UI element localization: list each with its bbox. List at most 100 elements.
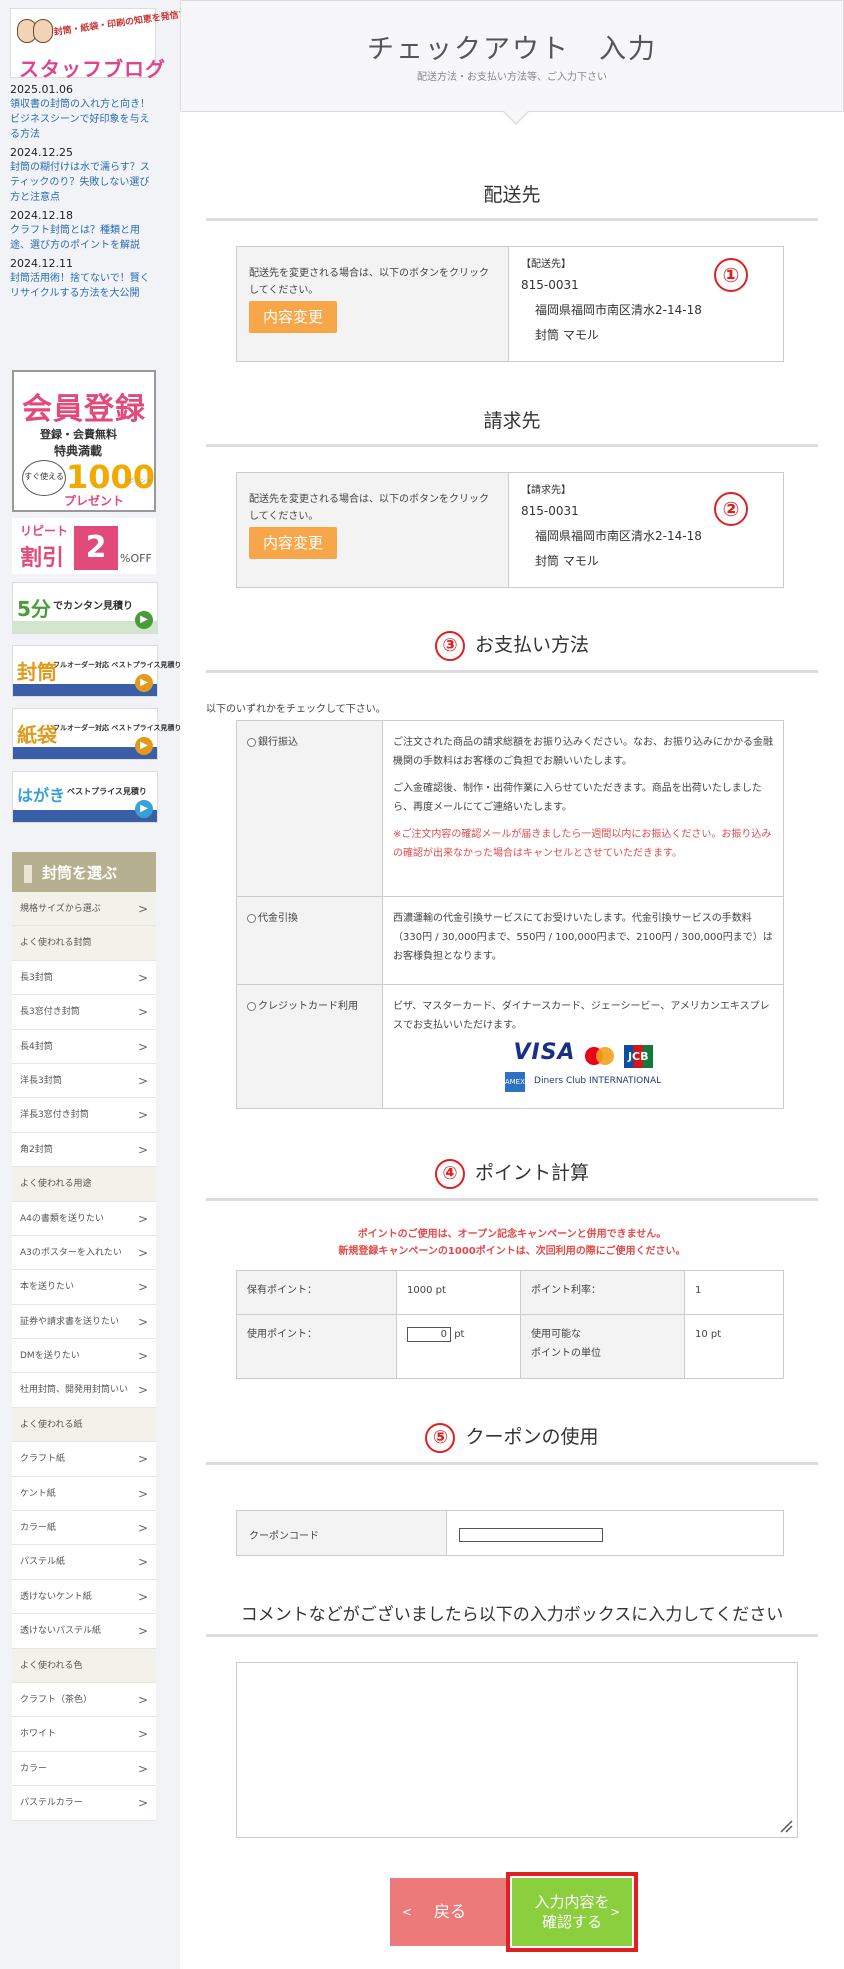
mini-banner-text: フルオーダー対応 ベストプライス見積り bbox=[53, 661, 182, 669]
sidebar-menu-label: 透けないパステル紙 bbox=[20, 1626, 102, 1637]
sidebar-menu-item[interactable]: 長4封筒 > bbox=[12, 1029, 156, 1064]
change-billing-button[interactable]: 内容変更 bbox=[249, 527, 337, 559]
mini-banner-text: ベストプライス見積り bbox=[67, 787, 147, 796]
page-subtitle: 配送方法・お支払い方法等、ご入力下さい bbox=[417, 72, 607, 83]
section-divider bbox=[206, 1198, 818, 1201]
chevron-right-icon: > bbox=[137, 1692, 148, 1707]
quick-estimate-banner[interactable]: 5分 でカンタン見積り ▶ bbox=[12, 582, 158, 634]
comment-textarea[interactable] bbox=[236, 1662, 798, 1838]
sidebar-menu-item[interactable]: カラー紙 > bbox=[12, 1511, 156, 1546]
sidebar-menu-item[interactable]: クラフト（茶色） > bbox=[12, 1682, 156, 1718]
blog-entry: 2024.12.25 封筒の糊付けは水で濡らす？スティックのり？失敗しない選び方… bbox=[10, 145, 158, 205]
sidebar-menu-item: よく使われる封筒 bbox=[12, 926, 156, 961]
sidebar-menu-item[interactable]: 角2封筒 > bbox=[12, 1132, 156, 1168]
paperbag-estimate-banner[interactable]: 紙袋 フルオーダー対応 ベストプライス見積り ▶ bbox=[12, 708, 181, 760]
sidebar-menu-item[interactable]: DMを送りたい > bbox=[12, 1339, 156, 1374]
sidebar-menu-item[interactable]: 長3封筒 > bbox=[12, 960, 156, 996]
sidebar-menu-item[interactable]: A4の書類を送りたい > bbox=[12, 1201, 156, 1236]
sidebar-menu-label: 長3窓付き封筒 bbox=[20, 1007, 80, 1018]
chevron-right-icon: > bbox=[137, 1796, 148, 1811]
choose-envelope-title: 封筒を選ぶ bbox=[42, 864, 118, 882]
change-shipping-button[interactable]: 内容変更 bbox=[249, 301, 337, 333]
page-header: チェックアウト 入力 配送方法・お支払い方法等、ご入力下さい bbox=[180, 0, 844, 112]
shipping-section-title: 配送先 bbox=[483, 184, 541, 206]
cash-on-delivery-desc-cell: 西濃運輸の代金引換サービスにてお受けいたします。代金引換サービスの手数料（330… bbox=[382, 896, 784, 985]
sidebar-menu-item[interactable]: 社用封筒、開発用封筒いい > bbox=[12, 1373, 156, 1408]
credit-card-option[interactable]: クレジットカード利用 bbox=[236, 984, 383, 1109]
blog-list: 2025.01.06 領収書の封筒の入れ方と向き！ビジネスシーンで好印象を与える… bbox=[10, 82, 158, 304]
use-points-cell: 0 pt bbox=[396, 1314, 521, 1379]
use-points-input[interactable]: 0 bbox=[407, 1326, 451, 1342]
sidebar-menu-item[interactable]: 洋長3窓付き封筒 > bbox=[12, 1098, 156, 1133]
owned-points-label: 保有ポイント： bbox=[236, 1270, 397, 1315]
resize-grip-icon[interactable] bbox=[779, 1819, 793, 1833]
confirm-button[interactable]: 入力内容を 確認する > bbox=[512, 1878, 632, 1946]
sidebar-menu-item[interactable]: パステル紙 > bbox=[12, 1545, 156, 1580]
diners-logo-icon: Diners Club INTERNATIONAL bbox=[534, 1076, 662, 1086]
chevron-right-icon: > bbox=[137, 1761, 148, 1776]
sidebar-menu-item[interactable]: 規格サイズから選ぶ > bbox=[12, 892, 156, 927]
comment-title: コメントなどがございましたら以下の入力ボックスに入力してください bbox=[240, 1605, 784, 1625]
coupon-code-input[interactable] bbox=[459, 1528, 603, 1542]
step-badge-1: ① bbox=[714, 258, 748, 292]
play-icon: ▶ bbox=[135, 611, 153, 629]
chevron-right-icon: > bbox=[137, 1039, 148, 1054]
sidebar-menu-item[interactable]: 証券や請求書を送りたい > bbox=[12, 1304, 156, 1340]
blog-link[interactable]: 封筒活用術！捨てないで！賢くリサイクルする方法を大公開 bbox=[10, 271, 158, 301]
radio-icon[interactable] bbox=[247, 913, 256, 923]
repeat-discount-banner[interactable]: リピート 割引 2 %OFF bbox=[12, 518, 156, 574]
use-points-unit: pt bbox=[454, 1329, 465, 1340]
blog-date: 2024.12.18 bbox=[10, 209, 73, 222]
member-registration-banner[interactable]: 会員登録 登録・会費無料 特典満載 すぐ使える 1000 ポイント プレゼント bbox=[12, 370, 156, 512]
mini-banner-big: はがき bbox=[17, 786, 66, 805]
blog-link[interactable]: クラフト封筒とは？種類と用途、選び方のポイントを解説 bbox=[10, 223, 158, 253]
sidebar-menu-item[interactable]: ケント紙 > bbox=[12, 1476, 156, 1512]
coupon-section-title: ⑤ クーポンの使用 bbox=[206, 1422, 818, 1453]
coupon-title-text: クーポンの使用 bbox=[465, 1426, 599, 1448]
sidebar-menu-item[interactable]: カラー > bbox=[12, 1751, 156, 1787]
card-brands: VISA JCB AMEX Diners Club INTERNATIONAL bbox=[393, 1042, 773, 1092]
play-icon: ▶ bbox=[135, 737, 153, 755]
blog-link[interactable]: 領収書の封筒の入れ方と向き！ビジネスシーンで好印象を与える方法 bbox=[10, 97, 158, 142]
radio-icon[interactable] bbox=[247, 1001, 256, 1011]
sidebar-menu-item[interactable]: ホワイト > bbox=[12, 1717, 156, 1752]
bank-transfer-desc-cell: ご注文された商品の請求総額をお振り込みください。なお、お振り込みにかかる金融機関… bbox=[382, 720, 784, 897]
bank-transfer-desc1: ご注文された商品の請求総額をお振り込みください。なお、お振り込みにかかる金融機関… bbox=[393, 737, 773, 767]
staff-blog-banner[interactable]: 封筒・紙袋・印刷の知恵を発信する スタッフブログ bbox=[10, 8, 197, 81]
sidebar-menu-item[interactable]: パステルカラー > bbox=[12, 1786, 156, 1821]
points-table: 保有ポイント： 1000 pt ポイント利率： 1 使用ポイント： 0 pt 使… bbox=[236, 1270, 784, 1379]
cash-on-delivery-option[interactable]: 代金引換 bbox=[236, 896, 383, 985]
envelope-estimate-banner[interactable]: 封筒 フルオーダー対応 ベストプライス見積り ▶ bbox=[12, 645, 181, 697]
sidebar-menu-label: クラフト（茶色） bbox=[20, 1694, 93, 1705]
radio-icon[interactable] bbox=[247, 737, 256, 747]
section-divider bbox=[206, 1634, 818, 1637]
sidebar-menu-item[interactable]: 長3窓付き封筒 > bbox=[12, 995, 156, 1030]
blog-link[interactable]: 封筒の糊付けは水で濡らす？スティックのり？失敗しない選び方と注意点 bbox=[10, 160, 158, 205]
blog-entry: 2024.12.11 封筒活用術！捨てないで！賢くリサイクルする方法を大公開 bbox=[10, 256, 158, 301]
shipping-address: 福岡県福岡市南区清水2-14-18 bbox=[535, 303, 702, 317]
chevron-right-icon: > bbox=[137, 970, 148, 985]
cash-on-delivery-label: 代金引換 bbox=[258, 913, 298, 924]
sidebar-menu-item[interactable]: 洋長3封筒 > bbox=[12, 1063, 156, 1099]
bank-transfer-option[interactable]: 銀行振込 bbox=[236, 720, 383, 897]
sidebar-menu-item[interactable]: クラフト紙 > bbox=[12, 1442, 156, 1477]
billing-section-title: 請求先 bbox=[483, 410, 541, 432]
bank-transfer-label: 銀行振込 bbox=[258, 737, 298, 748]
postcard-estimate-banner[interactable]: はがき ベストプライス見積り ▶ bbox=[12, 771, 158, 823]
sidebar-menu-label: よく使われる紙 bbox=[20, 1419, 83, 1430]
usable-unit-label-2: ポイントの単位 bbox=[531, 1348, 601, 1359]
sidebar-menu-item[interactable]: 透けないケント紙 > bbox=[12, 1579, 156, 1615]
chevron-right-icon: > bbox=[137, 1142, 148, 1157]
point-rate-label: ポイント利率： bbox=[520, 1270, 685, 1315]
sidebar-menu-item[interactable]: 本を送りたい > bbox=[12, 1270, 156, 1305]
billing-address: 福岡県福岡市南区清水2-14-18 bbox=[535, 529, 702, 543]
credit-card-desc: ビザ、マスターカード、ダイナースカード、ジェーシービー、アメリカンエキスプレスで… bbox=[393, 1001, 770, 1031]
side-menu: 規格サイズから選ぶ > よく使われる封筒 長3封筒 > 長3窓付き封筒 > 長4封筒 > 洋長3封… bbox=[12, 892, 156, 1821]
sidebar-menu-item[interactable]: A3のポスターを入れたい > bbox=[12, 1235, 156, 1271]
back-button[interactable]: < 戻る bbox=[390, 1878, 510, 1946]
sidebar-menu-item: よく使われる用途 bbox=[12, 1167, 156, 1202]
shipping-address-box: 配送先を変更される場合は、以下のボタンをクリックしてください。 内容変更 【配送… bbox=[236, 246, 784, 362]
sidebar-menu-item[interactable]: 透けないパステル紙 > bbox=[12, 1614, 156, 1649]
header-notch-fill bbox=[503, 110, 529, 123]
sidebar-menu-item: よく使われる紙 bbox=[12, 1407, 156, 1443]
